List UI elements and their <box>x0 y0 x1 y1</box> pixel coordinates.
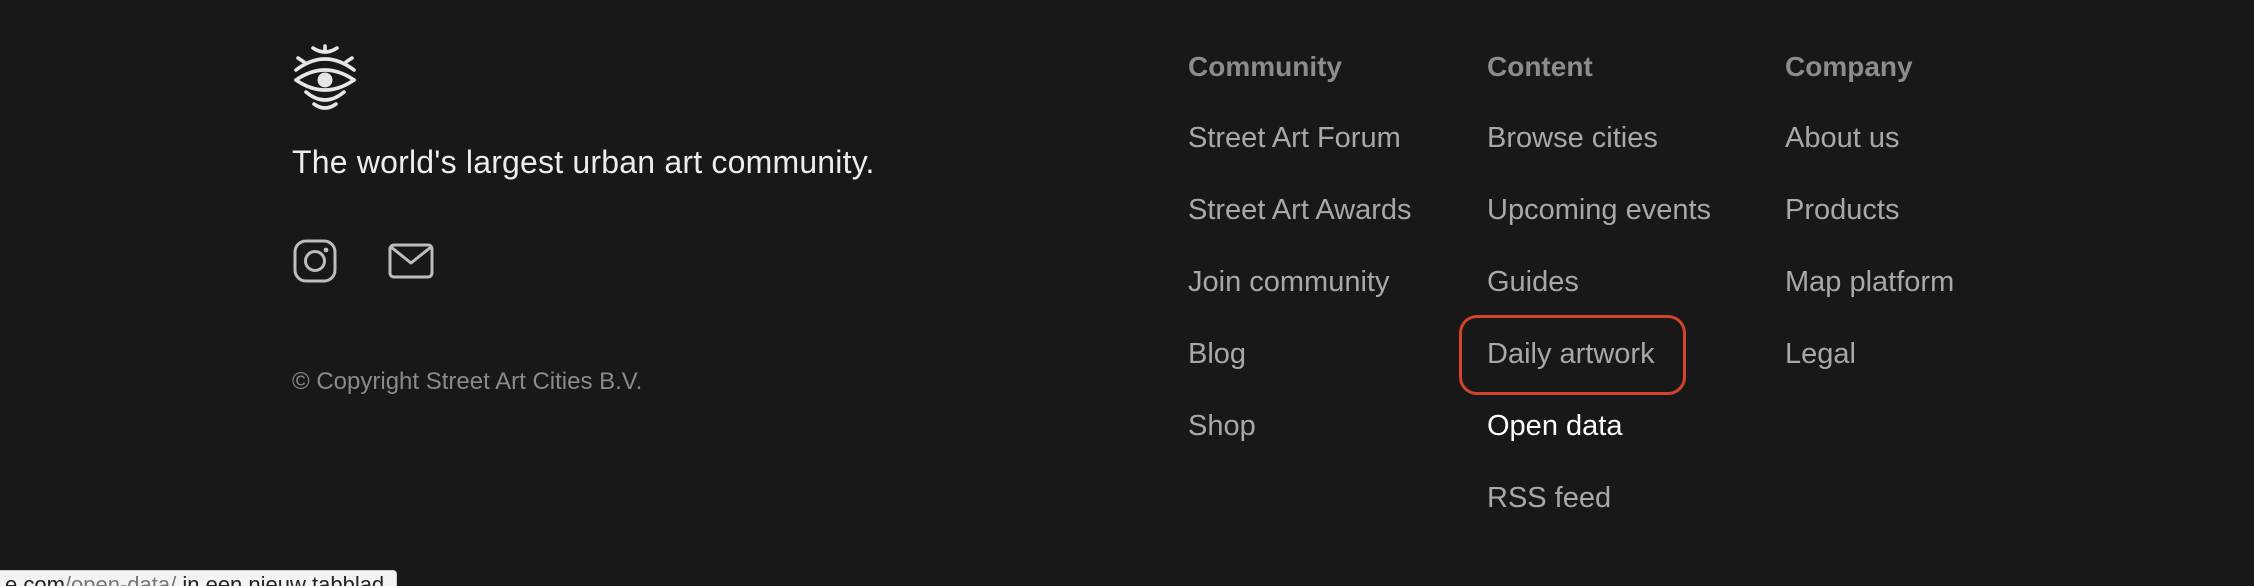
footer-link-join-community[interactable]: Join community <box>1188 266 1389 298</box>
column-heading-content: Content <box>1487 51 1593 82</box>
footer-link-upcoming-events[interactable]: Upcoming events <box>1487 194 1711 226</box>
footer-link-daily-artwork[interactable]: Daily artwork <box>1487 338 1655 370</box>
street-art-cities-logo-icon[interactable] <box>292 44 358 112</box>
social-links <box>292 238 434 284</box>
copyright-text: © Copyright Street Art Cities B.V. <box>292 368 643 395</box>
footer-link-blog[interactable]: Blog <box>1188 338 1246 370</box>
footer-column-community: Community Street Art Forum Street Art Aw… <box>1188 48 1412 479</box>
footer-link-legal[interactable]: Legal <box>1785 338 1856 370</box>
footer-column-content: Content Browse cities Upcoming events Gu… <box>1487 48 1711 551</box>
footer-link-shop[interactable]: Shop <box>1188 410 1256 442</box>
footer-column-company: Company About us Products Map platform L… <box>1785 48 1954 407</box>
status-path: /open-data/ <box>64 572 177 586</box>
instagram-link[interactable] <box>292 238 338 284</box>
mail-icon <box>388 243 434 279</box>
footer-link-street-art-forum[interactable]: Street Art Forum <box>1188 122 1401 154</box>
status-suffix: in een nieuw tabblad <box>176 572 385 586</box>
site-footer: The world's largest urban art community. <box>0 0 2254 586</box>
footer-link-map-platform[interactable]: Map platform <box>1785 266 1954 298</box>
footer-link-about-us[interactable]: About us <box>1785 122 1899 154</box>
footer-tagline: The world's largest urban art community. <box>292 144 875 180</box>
link-status-bar: e.com/open-data/ in een nieuw tabblad <box>0 570 398 586</box>
email-link[interactable] <box>388 238 434 284</box>
footer-link-rss-feed[interactable]: RSS feed <box>1487 482 1611 514</box>
footer-link-guides[interactable]: Guides <box>1487 266 1579 298</box>
footer-link-street-art-awards[interactable]: Street Art Awards <box>1188 194 1412 226</box>
column-heading-company: Company <box>1785 51 1913 82</box>
column-heading-community: Community <box>1188 51 1342 82</box>
footer-link-browse-cities[interactable]: Browse cities <box>1487 122 1658 154</box>
footer-link-products[interactable]: Products <box>1785 194 1899 226</box>
instagram-icon <box>293 239 337 283</box>
footer-link-open-data[interactable]: Open data <box>1487 410 1622 442</box>
status-host: e.com <box>5 572 65 586</box>
